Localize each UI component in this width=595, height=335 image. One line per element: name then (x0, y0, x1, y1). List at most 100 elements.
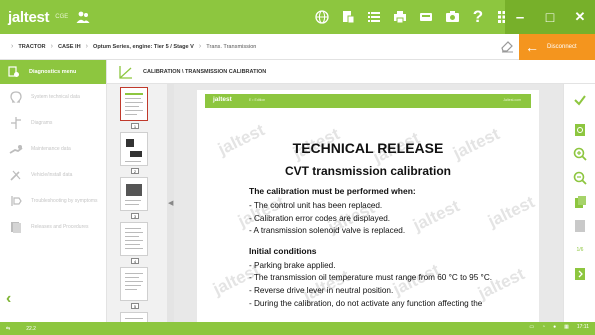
window-controls: – □ ✕ (505, 0, 595, 34)
section-header: CALIBRATION \ TRANSMISSION CALIBRATION (107, 60, 595, 84)
document-page: jaltest E • Edition Jaltest.com jaltest … (197, 90, 539, 322)
help-icon[interactable]: ? (465, 0, 491, 34)
monitor-icon: ▭ (529, 324, 535, 330)
close-button[interactable]: ✕ (565, 0, 595, 34)
page-thumbnail[interactable] (120, 267, 148, 301)
logo-subtitle: CGE (55, 14, 69, 20)
document-title: TECHNICAL RELEASE (292, 140, 444, 156)
collapse-icon[interactable]: ◀ (168, 199, 173, 207)
diagram-icon (11, 117, 21, 129)
page-thumbnail[interactable] (120, 132, 148, 166)
tools-icon (10, 170, 21, 181)
page-thumbnail[interactable] (120, 222, 148, 256)
sidebar-item-label: Diagrams (31, 119, 53, 126)
breadcrumb-separator-icon: › (198, 43, 202, 50)
sidebar-item-vehicle-install-data[interactable]: Vehicle/install data (0, 162, 106, 188)
document-subtitle: CVT transmission calibration (284, 164, 452, 178)
copy-icon[interactable] (572, 194, 588, 210)
check-icon[interactable] (572, 92, 588, 108)
list-item: - The transmission oil temperature must … (249, 273, 493, 283)
thumbnail-page-number: 2 (131, 168, 139, 174)
document-viewer[interactable]: jaltest E • Edition Jaltest.com jaltest … (174, 84, 563, 322)
breadcrumb-item-system[interactable]: Trans. Transmission (206, 44, 256, 50)
zoom-out-icon[interactable] (572, 170, 588, 186)
page-indicator: 1/6 (576, 247, 584, 253)
breadcrumb: › TRACTOR › CASE IH › Optum Series, engi… (0, 43, 256, 50)
document-logo: jaltest (213, 96, 232, 103)
printer-icon[interactable] (413, 0, 439, 34)
minimize-icon: – (515, 8, 525, 26)
page-thumbnail[interactable] (120, 312, 148, 322)
omega-icon (10, 91, 22, 103)
version-label: 22.2 (26, 325, 36, 332)
sidebar-item-label: Releases and Procedures (31, 223, 89, 230)
thumbnail-page-number: 5 (131, 303, 139, 309)
document-body: The calibration must be performed when: … (249, 186, 539, 310)
sidebar-item-label: System technical data (31, 93, 80, 100)
sidebar-item-label: Troubleshooting by symptoms (31, 197, 98, 204)
sidebar-item-troubleshooting[interactable]: Troubleshooting by symptoms (0, 188, 106, 214)
section-heading: The calibration must be performed when: (249, 186, 416, 196)
sidebar-item-maintenance-data[interactable]: Maintenance data (0, 136, 106, 162)
document-header-band: jaltest E • Edition Jaltest.com (205, 94, 531, 108)
status-left: ⇆ 22.2 (6, 326, 36, 332)
sidebar-item-label: Maintenance data (31, 145, 71, 152)
globe-icon[interactable] (309, 0, 335, 34)
document-icon[interactable] (335, 0, 361, 34)
status-bar: ⇆ 22.2 ▭ ◔ ● ▦ 17:11 (0, 322, 595, 335)
breadcrumb-item-brand[interactable]: CASE IH (58, 44, 81, 50)
section-heading: Initial conditions (249, 245, 317, 256)
document-edition: E • Edition (249, 98, 266, 102)
breadcrumb-separator-icon: › (50, 43, 53, 50)
status-right: ▭ ◔ ● ▦ 17:11 (521, 324, 589, 330)
maximize-button[interactable]: □ (535, 0, 565, 34)
page-thumbnail[interactable] (120, 177, 148, 211)
sidebar-header[interactable]: Diagnostics menu (0, 60, 106, 84)
breadcrumb-item-model[interactable]: Optum Series, engine: Tier 5 / Stage V (93, 44, 194, 50)
people-icon[interactable] (76, 10, 90, 24)
list-item: - Reverse drive lever in neutral positio… (249, 285, 394, 295)
jaltest-window: jaltest CGE ? – □ ✕ › TRACTOR › CASE IH … (0, 0, 595, 335)
arrow-left-icon: ← (525, 39, 539, 55)
breadcrumb-separator-icon: › (85, 43, 88, 50)
thumbnail-page-number: 4 (131, 258, 139, 264)
disconnect-label: Disconnect (547, 44, 577, 50)
sidebar-item-diagrams[interactable]: Diagrams (0, 110, 106, 136)
camera-icon[interactable] (439, 0, 465, 34)
connection-icon: ⇆ (6, 325, 11, 332)
right-toolbar: 1/6 (563, 84, 595, 322)
wrench-icon (9, 145, 23, 154)
breadcrumb-item-vehicle-type[interactable]: TRACTOR (18, 44, 45, 50)
calendar-icon: ▦ (564, 324, 569, 330)
maximize-icon: □ (545, 9, 555, 25)
calibration-icon (119, 65, 132, 79)
back-arrow-icon[interactable]: ‹ (6, 290, 11, 308)
next-page-icon[interactable] (572, 266, 588, 282)
book-icon (11, 222, 21, 233)
thumbnail-page-number: 3 (131, 213, 139, 219)
jaltest-logo: jaltest (8, 8, 50, 26)
troubleshoot-icon (11, 196, 22, 206)
zoom-in-icon[interactable] (572, 146, 588, 162)
sidebar-item-label: Vehicle/install data (31, 171, 73, 178)
sidebar-item-releases-procedures[interactable]: Releases and Procedures (0, 214, 106, 240)
disconnect-button[interactable]: ← Disconnect (519, 34, 595, 60)
print-icon[interactable] (387, 0, 413, 34)
close-icon: ✕ (574, 9, 586, 24)
top-bar: jaltest CGE ? – □ ✕ (0, 0, 595, 34)
top-toolbar: ? (309, 0, 517, 34)
document-site: Jaltest.com (503, 98, 521, 102)
sidebar-header-label: Diagnostics menu (29, 69, 77, 75)
minimize-button[interactable]: – (505, 0, 535, 34)
page-thumbnail[interactable] (120, 87, 148, 121)
list-item: - During the calibration, do not activat… (249, 298, 483, 308)
wifi-icon: ◔ (542, 324, 546, 330)
eraser-icon[interactable] (500, 39, 514, 53)
thumbnail-splitter[interactable]: ◀ (167, 84, 174, 322)
zoom-page-icon[interactable] (572, 122, 588, 138)
section-title: CALIBRATION \ TRANSMISSION CALIBRATION (143, 68, 267, 75)
sidebar: Diagnostics menu System technical data D… (0, 60, 107, 322)
sidebar-item-system-technical-data[interactable]: System technical data (0, 84, 106, 110)
list-icon[interactable] (361, 0, 387, 34)
doc-icon[interactable] (572, 218, 588, 234)
